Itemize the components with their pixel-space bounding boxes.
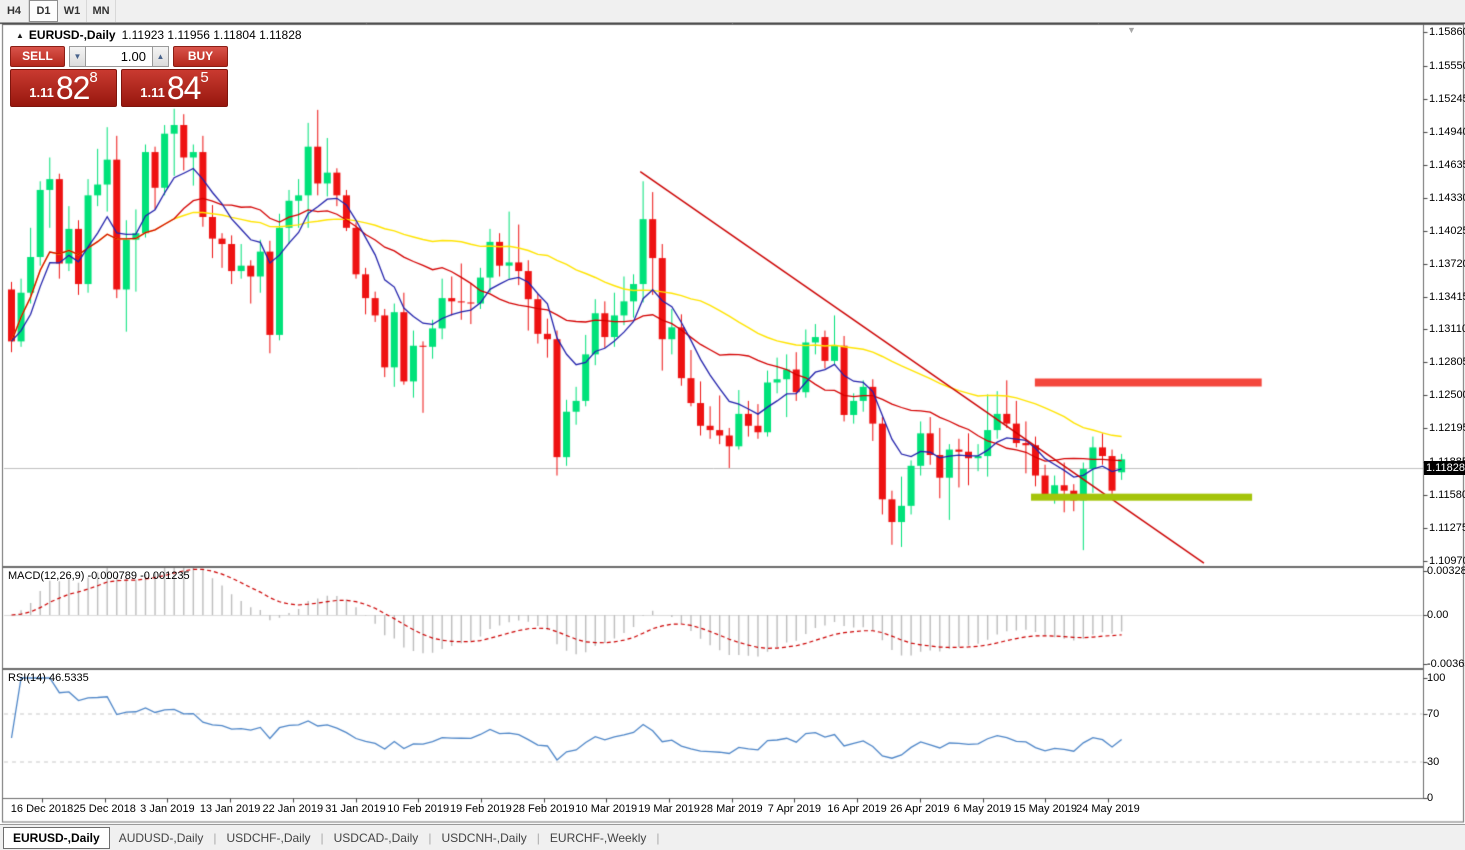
price-axis-label: 1.13415: [1429, 290, 1465, 303]
timeframe-button-w1[interactable]: W1: [58, 0, 87, 22]
price-axis-label: 1.14025: [1429, 224, 1465, 237]
sell-price-pip: 8: [89, 69, 98, 86]
current-price-tag: 1.11828: [1424, 461, 1465, 475]
date-axis-label: 6 May 2019: [953, 803, 1012, 815]
volume-input[interactable]: 1.00: [86, 46, 152, 67]
tab-usdcad-daily[interactable]: USDCAD-,Daily: [325, 828, 428, 848]
chart-title: ▲ EURUSD-,Daily 1.11923 1.11956 1.11804 1.…: [16, 28, 302, 42]
timeframe-button-d1[interactable]: D1: [29, 0, 58, 22]
volume-up-icon[interactable]: ▲: [152, 46, 169, 67]
date-axis-label: 7 Apr 2019: [767, 803, 821, 815]
chart-symbol-label: EURUSD-,Daily: [28, 28, 116, 42]
price-axis-label: 1.14330: [1429, 191, 1465, 204]
price-axis-label: 1.15860: [1429, 26, 1465, 38]
date-axis-label: 10 Feb 2019: [387, 803, 450, 815]
one-click-trading-panel: SELL ▼ 1.00 ▲ BUY 1.11 82 8 1.11 84 5: [10, 46, 228, 107]
price-axis-label: 1.15550: [1429, 59, 1465, 72]
date-axis-label: 28 Feb 2019: [512, 803, 575, 815]
price-chart-canvas[interactable]: [0, 0, 1465, 850]
date-axis-label: 10 Mar 2019: [575, 803, 638, 815]
date-axis-label: 16 Apr 2019: [827, 803, 887, 815]
chart-tabbar: EURUSD-,Daily AUDUSD-,Daily | USDCHF-,Daily…: [0, 824, 1465, 850]
date-axis-label: 24 May 2019: [1076, 803, 1140, 815]
tab-eurchf-weekly[interactable]: EURCHF-,Weekly: [541, 828, 655, 848]
sell-price-main: 82: [55, 70, 91, 106]
buy-price-prefix: 1.11: [140, 85, 165, 100]
date-axis-label: 19 Feb 2019: [450, 803, 512, 815]
one-click-collapse-icon[interactable]: ▲: [16, 31, 24, 40]
price-axis-label: 1.12195: [1429, 422, 1465, 435]
date-axis-label: 3 Jan 2019: [140, 803, 195, 815]
macd-label: MACD(12,26,9) -0.000789 -0.001235: [8, 570, 190, 582]
tab-separator: |: [656, 830, 660, 845]
price-axis-label: 1.12805: [1429, 356, 1465, 369]
buy-price-main: 84: [166, 70, 202, 106]
volume-stepper: ▼ 1.00 ▲: [69, 46, 169, 67]
date-axis-label: 25 Dec 2018: [73, 803, 136, 815]
buy-price-pip: 5: [200, 69, 209, 86]
price-axis-label: 1.13110: [1429, 323, 1465, 336]
rsi-scale-label: 70: [1427, 708, 1440, 720]
macd-scale-label: 0.00: [1427, 609, 1449, 621]
macd-scale-label: 0.003287: [1427, 565, 1465, 578]
rsi-scale-label: 0: [1427, 792, 1434, 804]
date-axis-label: 13 Jan 2019: [199, 803, 261, 815]
price-axis-label: 1.13720: [1429, 257, 1465, 270]
price-axis-label: 1.15245: [1429, 92, 1465, 105]
price-axis-label: 1.14635: [1429, 158, 1465, 171]
rsi-label: RSI(14) 46.5335: [8, 672, 89, 684]
date-axis-label: 26 Apr 2019: [890, 803, 950, 815]
date-axis-label: 16 Dec 2018: [10, 803, 74, 815]
date-axis-label: 15 May 2019: [1013, 803, 1077, 815]
volume-down-icon[interactable]: ▼: [69, 46, 86, 67]
date-axis-label: 31 Jan 2019: [325, 803, 386, 815]
price-axis-label: 1.11275: [1429, 522, 1465, 534]
macd-scale-label: -0.003659: [1427, 657, 1465, 670]
timeframe-button-h4[interactable]: H4: [0, 0, 29, 22]
buy-price-display[interactable]: 1.11 84 5: [121, 69, 228, 107]
rsi-scale-label: 30: [1427, 756, 1440, 768]
price-axis-label: 1.11580: [1429, 489, 1465, 501]
buy-button[interactable]: BUY: [173, 46, 228, 67]
timeframe-button-mn[interactable]: MN: [87, 0, 116, 22]
timeframe-toolbar: H4 D1 W1 MN: [0, 0, 1465, 23]
date-axis-label: 19 Mar 2019: [638, 803, 700, 815]
tab-eurusd-daily[interactable]: EURUSD-,Daily: [3, 826, 110, 849]
tab-usdchf-daily[interactable]: USDCHF-,Daily: [218, 828, 320, 848]
date-axis-label: 22 Jan 2019: [262, 803, 324, 815]
tab-audusd-daily[interactable]: AUDUSD-,Daily: [110, 828, 213, 848]
sell-price-display[interactable]: 1.11 82 8: [10, 69, 117, 107]
price-axis-label: 1.12500: [1429, 389, 1465, 402]
chart-shift-icon[interactable]: ▼: [1127, 25, 1136, 35]
date-axis-label: 28 Mar 2019: [700, 803, 763, 815]
price-axis-label: 1.14940: [1429, 125, 1465, 138]
rsi-scale-label: 100: [1427, 672, 1446, 684]
sell-price-prefix: 1.11: [29, 85, 54, 100]
sell-button[interactable]: SELL: [10, 46, 65, 67]
chart-ohlc-values: 1.11923 1.11956 1.11804 1.11828: [121, 28, 302, 42]
tab-usdcnh-daily[interactable]: USDCNH-,Daily: [432, 828, 535, 848]
